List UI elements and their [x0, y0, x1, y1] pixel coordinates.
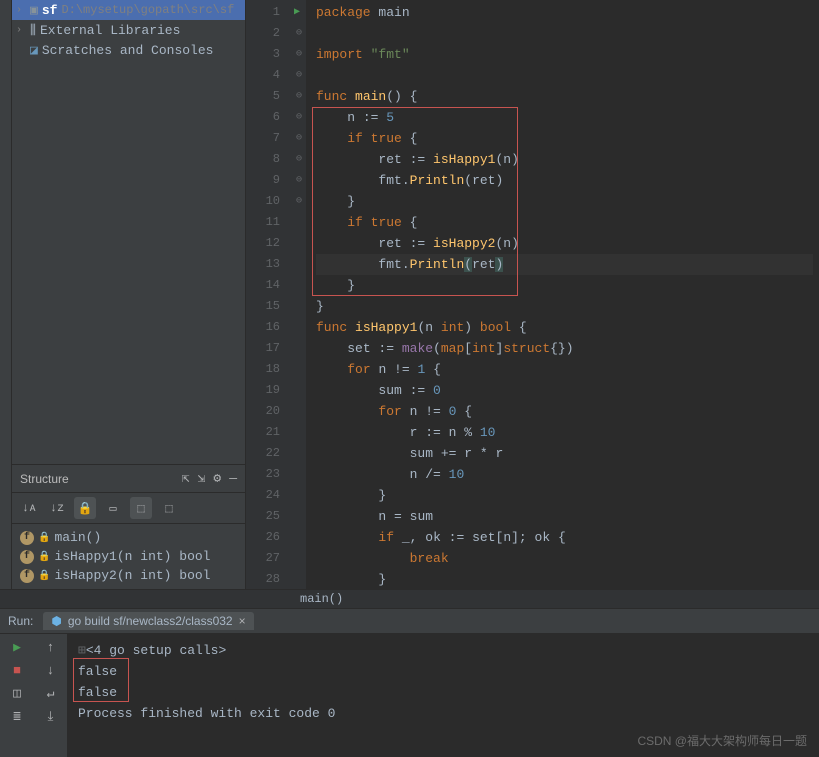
scratches-consoles[interactable]: ◪ Scratches and Consoles	[12, 40, 245, 60]
chevron-right-icon[interactable]: ›	[16, 5, 30, 16]
scratches-label: Scratches and Consoles	[42, 43, 214, 58]
minimize-icon[interactable]: —	[229, 471, 237, 486]
struct-label: isHappy1(n int) bool	[54, 549, 210, 564]
scratch-icon: ◪	[30, 43, 38, 58]
run-label: Run:	[8, 614, 33, 628]
structure-list: f 🔒 main() f 🔒 isHappy1(n int) bool f 🔒 …	[12, 524, 245, 589]
function-badge-icon: f	[20, 569, 34, 583]
structure-panel: Structure ⇱ ⇲ ⚙ — ↓ᴀ ↓ᴢ 🔒 ▭ ⬚ ⬚ f 🔒 main…	[12, 464, 245, 589]
layout-icon[interactable]: ◫	[13, 686, 21, 701]
structure-toolbar: ↓ᴀ ↓ᴢ 🔒 ▭ ⬚ ⬚	[12, 493, 245, 524]
layout2-icon[interactable]: ≣	[13, 709, 21, 724]
scroll-icon[interactable]: ⤓	[48, 709, 54, 724]
code-area[interactable]: package mainimport "fmt"func main() { n …	[306, 0, 819, 589]
run-toolbar-right: ↑ ↓ ↵ ⤓	[34, 634, 68, 757]
project-root-path: D:\mysetup\gopath\src\sf	[61, 3, 234, 17]
collapse-icon[interactable]: ⇲	[198, 471, 206, 486]
watermark: CSDN @福大大架构师每日一题	[637, 732, 807, 749]
struct-item-ishappy1[interactable]: f 🔒 isHappy1(n int) bool	[20, 547, 237, 566]
run-panel: Run: ⬢ go build sf/newclass2/class032 × …	[0, 608, 819, 757]
function-badge-icon: f	[20, 531, 34, 545]
struct-item-main[interactable]: f 🔒 main()	[20, 528, 237, 547]
sidebar: › ▣ sf D:\mysetup\gopath\src\sf › ⫼ Exte…	[12, 0, 246, 589]
line-gutter[interactable]: 1234567891011121314151617181920212223242…	[246, 0, 292, 589]
project-root[interactable]: › ▣ sf D:\mysetup\gopath\src\sf	[12, 0, 245, 20]
down-icon[interactable]: ↓	[47, 663, 55, 678]
run-toolbar-left: ▶ ■ ◫ ≣	[0, 634, 34, 757]
expand-icon[interactable]: ⇱	[182, 471, 190, 486]
folder-icon: ▣	[30, 3, 38, 18]
chevron-right-icon[interactable]: ›	[16, 25, 30, 36]
external-libraries[interactable]: › ⫼ External Libraries	[12, 20, 245, 40]
struct-label: main()	[54, 530, 101, 545]
library-icon: ⫼	[30, 23, 36, 38]
rerun-icon[interactable]: ▶	[13, 640, 21, 655]
struct-item-ishappy2[interactable]: f 🔒 isHappy2(n int) bool	[20, 566, 237, 585]
folder-view-icon[interactable]: ▭	[102, 497, 124, 519]
run-header: Run: ⬢ go build sf/newclass2/class032 ×	[0, 609, 819, 634]
struct-label: isHappy2(n int) bool	[54, 568, 210, 583]
project-tree: › ▣ sf D:\mysetup\gopath\src\sf › ⫼ Exte…	[12, 0, 245, 60]
run-tab-name: go build sf/newclass2/class032	[68, 614, 233, 628]
lock-icon: 🔒	[38, 551, 50, 563]
left-gutter-strip	[0, 0, 12, 589]
close-icon[interactable]: ×	[239, 614, 246, 628]
external-libs-label: External Libraries	[40, 23, 180, 38]
go-icon: ⬢	[51, 614, 61, 628]
gear-icon[interactable]: ⚙	[213, 471, 221, 486]
breadcrumb[interactable]: main()	[0, 589, 819, 608]
run-tab[interactable]: ⬢ go build sf/newclass2/class032 ×	[43, 612, 253, 630]
up-icon[interactable]: ↑	[47, 640, 55, 655]
structure-header: Structure ⇱ ⇲ ⚙ —	[12, 465, 245, 493]
breadcrumb-item[interactable]: main()	[300, 592, 343, 606]
lock-icon: 🔒	[38, 532, 50, 544]
sort-alpha-icon[interactable]: ↓ᴀ	[18, 497, 40, 519]
autoscroll-from-icon[interactable]: ⬚	[158, 497, 180, 519]
autoscroll-icon[interactable]: ⬚	[130, 497, 152, 519]
structure-title: Structure	[20, 472, 182, 486]
run-body: ▶ ■ ◫ ≣ ↑ ↓ ↵ ⤓ ⊞<4 go setup calls>false…	[0, 634, 819, 757]
sort-type-icon[interactable]: ↓ᴢ	[46, 497, 68, 519]
wrap-icon[interactable]: ↵	[47, 686, 55, 701]
function-badge-icon: f	[20, 550, 34, 564]
show-private-icon[interactable]: 🔒	[74, 497, 96, 519]
lock-icon: 🔒	[38, 570, 50, 582]
editor[interactable]: 1234567891011121314151617181920212223242…	[246, 0, 819, 589]
stop-icon[interactable]: ■	[13, 663, 21, 678]
fold-gutter[interactable]: ▶⊖⊖⊖⊖⊖⊖⊖⊖⊖	[292, 0, 306, 589]
project-root-name: sf	[42, 3, 58, 18]
